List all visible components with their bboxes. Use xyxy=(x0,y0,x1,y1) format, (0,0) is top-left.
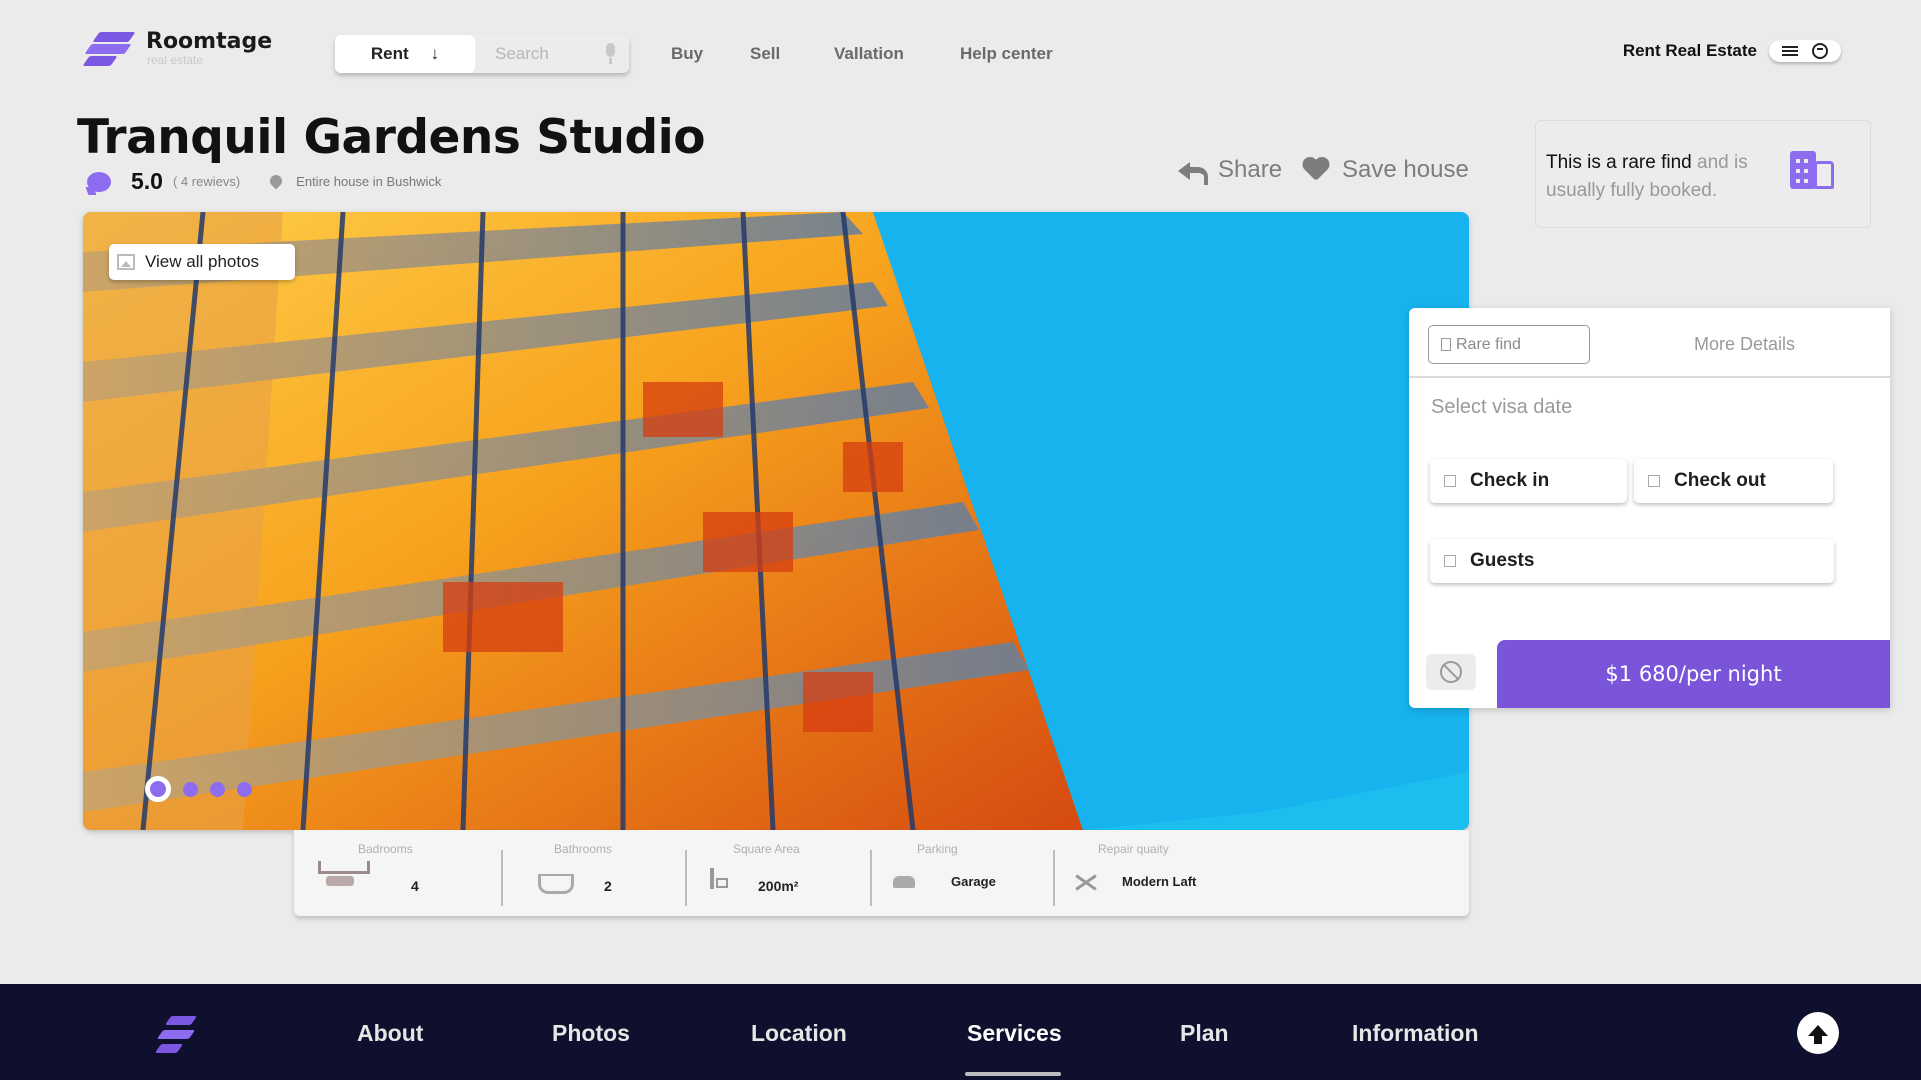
section-tab-photos[interactable]: Photos xyxy=(552,1020,630,1047)
brand-logo[interactable]: Roomtage real estate xyxy=(82,28,273,68)
logo-mark-icon xyxy=(82,28,136,68)
clear-button[interactable] xyxy=(1426,654,1476,690)
nav-help-center[interactable]: Help center xyxy=(960,44,1053,64)
section-tab-about[interactable]: About xyxy=(357,1020,423,1047)
spec-label: Bathrooms xyxy=(554,842,613,856)
gallery-dot-4[interactable] xyxy=(237,781,252,797)
spec-divider xyxy=(1053,850,1055,906)
view-all-photos-label: View all photos xyxy=(145,252,260,271)
bathtub-icon xyxy=(538,874,574,894)
section-tab-plan[interactable]: Plan xyxy=(1180,1020,1229,1047)
image-icon xyxy=(117,254,135,270)
brand-tagline: real estate xyxy=(147,52,204,67)
car-icon xyxy=(893,876,915,888)
share-button[interactable]: Share xyxy=(1218,156,1282,184)
check-out-label: Check out xyxy=(1674,470,1766,491)
scroll-to-top-button[interactable] xyxy=(1797,1012,1839,1054)
spec-repair-quality: Repair quaity Modern Laft xyxy=(1056,830,1356,916)
hero-photo[interactable]: View all photos xyxy=(83,212,1469,830)
ban-icon xyxy=(1440,661,1462,683)
spec-divider xyxy=(870,850,872,906)
spec-bedrooms: Badrooms 4 xyxy=(294,830,498,916)
view-all-photos-button[interactable]: View all photos xyxy=(109,244,295,280)
user-avatar-icon xyxy=(1812,43,1828,59)
guests-label: Guests xyxy=(1470,550,1535,571)
gallery-dot-2[interactable] xyxy=(183,781,198,797)
listing-actions: Share Save house xyxy=(1178,156,1469,185)
spec-value: Modern Laft xyxy=(1122,874,1197,889)
booking-panel: Rare find More Details Select visa date … xyxy=(1409,308,1890,708)
account-area: Rent Real Estate xyxy=(1623,40,1841,62)
rating-value: 5.0 xyxy=(131,168,163,194)
property-specs: Badrooms 4 Bathrooms 2 Square Area 200m²… xyxy=(294,830,1469,916)
location-pin-icon xyxy=(270,175,282,189)
section-nav-bar: About Photos Location Services Plan Info… xyxy=(0,984,1921,1080)
gallery-pagination xyxy=(145,776,252,802)
tab-rare-find-label: Rare find xyxy=(1456,335,1521,353)
nav-vallation[interactable]: Vallation xyxy=(834,44,904,64)
arrow-down-icon: ↓ xyxy=(430,44,440,63)
book-price-button[interactable]: $1 680/per night xyxy=(1493,636,1890,708)
guests-icon xyxy=(1444,555,1456,567)
guests-field[interactable]: Guests xyxy=(1430,539,1834,583)
calendar-icon xyxy=(1444,475,1456,487)
calendar-icon xyxy=(1648,475,1660,487)
section-tab-information[interactable]: Information xyxy=(1352,1020,1479,1047)
page-title: Tranquil Gardens Studio xyxy=(77,110,706,165)
section-tab-location[interactable]: Location xyxy=(751,1020,847,1047)
spec-value: 200m² xyxy=(758,878,799,894)
check-out-field[interactable]: Check out xyxy=(1634,459,1833,503)
visa-date-label: Select visa date xyxy=(1431,396,1573,418)
share-icon[interactable] xyxy=(1178,160,1208,185)
spec-value: 4 xyxy=(411,878,419,894)
menu-icon xyxy=(1782,46,1798,56)
floorplan-icon xyxy=(710,868,714,889)
spec-square-area: Square Area 200m² xyxy=(688,830,868,916)
spec-value: 2 xyxy=(604,878,612,894)
spec-label: Square Area xyxy=(733,842,800,856)
building-icon xyxy=(1788,143,1836,191)
heart-icon[interactable] xyxy=(1302,158,1330,182)
chat-bubble-icon xyxy=(87,171,111,192)
search-bar: Rent ↓ xyxy=(335,35,629,73)
booking-divider xyxy=(1409,376,1890,378)
listing-meta: 5.0 ( 4 rewievs) Entire house in Bushwic… xyxy=(87,168,441,195)
nav-buy[interactable]: Buy xyxy=(671,44,703,64)
rare-find-strong: This is a rare find xyxy=(1546,152,1692,173)
brand-name: Roomtage xyxy=(146,28,273,54)
spec-value: Garage xyxy=(951,874,996,889)
check-in-label: Check in xyxy=(1470,470,1550,491)
spec-label: Badrooms xyxy=(358,842,413,856)
document-icon xyxy=(1441,338,1451,351)
reviews-count[interactable]: ( 4 rewievs) xyxy=(173,174,240,189)
spec-divider xyxy=(501,850,503,906)
location-text: Entire house in Bushwick xyxy=(296,174,442,189)
nav-sell[interactable]: Sell xyxy=(750,44,780,64)
spec-label: Parking xyxy=(917,842,958,856)
tab-more-details[interactable]: More Details xyxy=(1694,334,1795,355)
account-menu-toggle[interactable] xyxy=(1769,40,1841,62)
spec-bathrooms: Bathrooms 2 xyxy=(504,830,684,916)
tab-rare-find[interactable]: Rare find xyxy=(1428,325,1590,364)
rent-mode-label: Rent xyxy=(370,44,409,63)
arrow-up-icon xyxy=(1808,1024,1828,1044)
section-tab-services[interactable]: Services xyxy=(967,1020,1062,1047)
microphone-icon[interactable] xyxy=(603,43,617,65)
rent-mode-dropdown[interactable]: Rent ↓ xyxy=(335,35,475,73)
active-tab-underline xyxy=(965,1072,1061,1076)
save-house-button[interactable]: Save house xyxy=(1342,156,1469,184)
spec-parking: Parking Garage xyxy=(873,830,1053,916)
spec-divider xyxy=(685,850,687,906)
gallery-dot-1[interactable] xyxy=(145,776,171,802)
rare-find-text: This is a rare find and is usually fully… xyxy=(1546,149,1796,205)
check-in-field[interactable]: Check in xyxy=(1430,459,1627,503)
gallery-dot-3[interactable] xyxy=(210,781,225,797)
spec-label: Repair quaity xyxy=(1098,842,1169,856)
rare-find-card: This is a rare find and is usually fully… xyxy=(1535,120,1871,228)
footer-logo-icon[interactable] xyxy=(154,1016,198,1056)
account-title: Rent Real Estate xyxy=(1622,41,1757,60)
search-input[interactable] xyxy=(495,44,585,64)
building-photo xyxy=(83,212,1469,830)
